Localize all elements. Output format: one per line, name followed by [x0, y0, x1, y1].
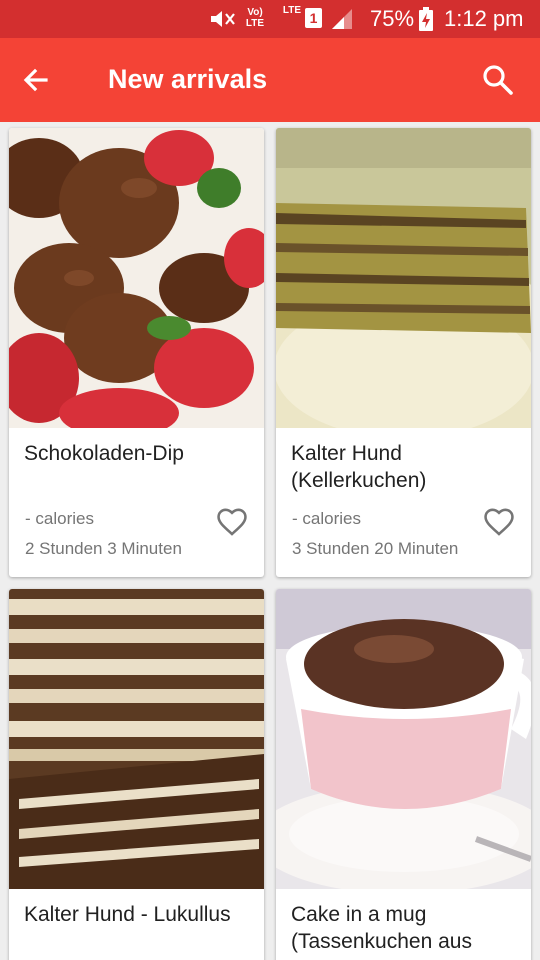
recipe-name: Kalter Hund - Lukullus [24, 903, 231, 926]
app-bar: New arrivals [0, 38, 540, 122]
signal-icon [332, 9, 352, 29]
heart-outline-icon[interactable] [215, 505, 249, 539]
page-title: New arrivals [108, 64, 268, 94]
recipe-grid: Schokoladen-Dip - calories 2 Stunden 3 M… [0, 122, 540, 960]
recipe-card-kalter-hund-kellerkuchen[interactable]: Kalter Hund (Kellerkuchen) - calories 3 … [276, 128, 531, 577]
layered-cake-photo [276, 128, 531, 428]
sim-slot-badge: 1 [305, 8, 322, 28]
recipe-card-schokoladen-dip[interactable]: Schokoladen-Dip - calories 2 Stunden 3 M… [9, 128, 264, 577]
recipe-name: Cake in a mug (Tassenkuchen aus [291, 903, 472, 953]
recipe-name: Kalter Hund (Kellerkuchen) [291, 442, 427, 492]
biscuit-chocolate-cake-photo [9, 589, 264, 889]
recipe-duration: 2 Stunden 3 Minuten [25, 539, 182, 558]
lte-icon: LTE [282, 5, 302, 16]
battery-percentage: 75% [370, 6, 415, 31]
recipe-calories: - calories [292, 509, 361, 528]
arrow-back-icon[interactable] [18, 62, 54, 98]
status-bar: Vo) LTE LTE 1 75% 1:12 pm [0, 0, 540, 38]
mute-icon [211, 11, 235, 27]
heart-outline-icon[interactable] [482, 505, 516, 539]
recipe-card-cake-in-a-mug[interactable]: Cake in a mug (Tassenkuchen aus [276, 589, 531, 960]
search-icon[interactable] [480, 62, 516, 98]
recipe-card-kalter-hund-lukullus[interactable]: Kalter Hund - Lukullus [9, 589, 264, 960]
battery-charging-icon [419, 7, 433, 31]
mug-cake-photo [276, 589, 531, 889]
volte-icon: Vo) LTE [245, 7, 265, 29]
recipe-calories: - calories [25, 509, 94, 528]
chocolate-strawberries-photo [9, 128, 264, 428]
clock: 1:12 pm [444, 6, 524, 31]
recipe-duration: 3 Stunden 20 Minuten [292, 539, 459, 558]
recipe-name: Schokoladen-Dip [24, 442, 184, 465]
